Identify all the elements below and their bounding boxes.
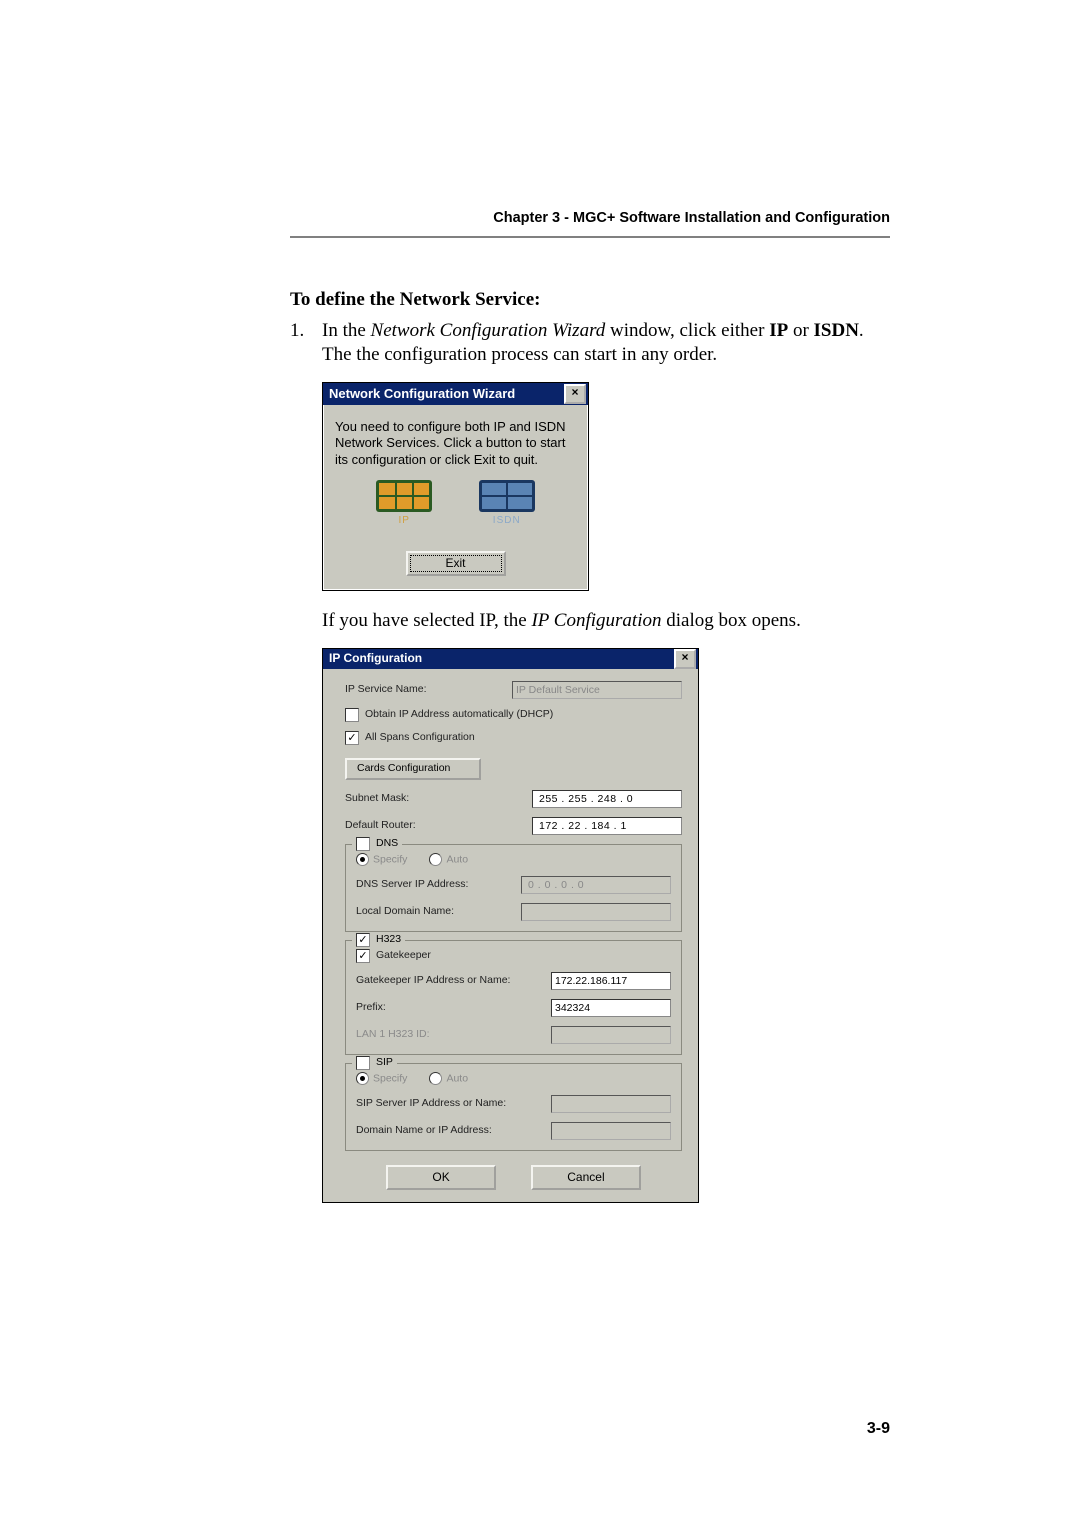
step-number: 1. [290, 319, 322, 1203]
gk-addr-input[interactable]: 172.22.186.117 [551, 972, 671, 990]
dhcp-checkbox[interactable] [345, 708, 359, 722]
sip-legend: SIP [376, 1056, 393, 1070]
sip-auto-radio[interactable]: Auto [429, 1072, 468, 1086]
gk-addr-label: Gatekeeper IP Address or Name: [356, 974, 551, 988]
h323-legend: H323 [376, 933, 401, 947]
isdn-button-label: ISDN [479, 514, 535, 527]
service-name-input[interactable]: IP Default Service [512, 681, 682, 699]
all-spans-checkbox[interactable] [345, 731, 359, 745]
service-name-label: IP Service Name: [345, 683, 512, 697]
h323-group: H323 Gatekeeper Gatekeeper IP Address or… [345, 940, 682, 1055]
network-config-wizard-dialog: Network Configuration Wizard × You need … [322, 382, 589, 591]
isdn-chip-icon [479, 480, 535, 512]
sip-server-input[interactable] [551, 1095, 671, 1113]
section-title: To define the Network Service: [290, 288, 890, 313]
dns-checkbox[interactable] [356, 837, 370, 851]
dns-group: DNS Specify Auto DNS Server IP Address: … [345, 844, 682, 932]
ip-button-label: IP [376, 514, 432, 527]
dns-legend: DNS [376, 837, 398, 851]
cancel-button[interactable]: Cancel [531, 1165, 641, 1191]
isdn-button[interactable]: ISDN [479, 480, 535, 527]
sip-server-label: SIP Server IP Address or Name: [356, 1097, 551, 1111]
dns-server-input[interactable]: 0 . 0 . 0 . 0 [521, 876, 671, 894]
sip-specify-radio[interactable]: Specify [356, 1072, 407, 1086]
dns-specify-radio[interactable]: Specify [356, 853, 407, 867]
wizard-message: You need to configure both IP and ISDN N… [335, 419, 576, 468]
wizard-title: Network Configuration Wizard [329, 386, 515, 403]
subnet-label: Subnet Mask: [345, 792, 532, 806]
prefix-input[interactable]: 342324 [551, 999, 671, 1017]
cards-configuration-button[interactable]: Cards Configuration [345, 758, 481, 780]
after-wizard-text: If you have selected IP, the IP Configur… [322, 609, 890, 634]
sip-domain-label: Domain Name or IP Address: [356, 1124, 551, 1138]
lan-h323-label: LAN 1 H323 ID: [356, 1028, 551, 1042]
ip-button[interactable]: IP [376, 480, 432, 527]
all-spans-label: All Spans Configuration [365, 731, 682, 745]
gatekeeper-checkbox[interactable] [356, 949, 370, 963]
ip-chip-icon [376, 480, 432, 512]
dhcp-label: Obtain IP Address automatically (DHCP) [365, 708, 682, 722]
dns-local-label: Local Domain Name: [356, 905, 521, 919]
ip-configuration-dialog: IP Configuration × IP Service Name: IP D… [322, 648, 699, 1203]
ok-button[interactable]: OK [386, 1165, 496, 1191]
lan-h323-input[interactable] [551, 1026, 671, 1044]
sip-domain-input[interactable] [551, 1122, 671, 1140]
dns-local-input[interactable] [521, 903, 671, 921]
router-input[interactable]: 172 . 22 . 184 . 1 [532, 817, 682, 835]
prefix-label: Prefix: [356, 1001, 551, 1015]
close-icon[interactable]: × [564, 384, 586, 404]
dns-auto-radio[interactable]: Auto [429, 853, 468, 867]
page-number: 3-9 [867, 1420, 890, 1438]
ipc-title: IP Configuration [329, 651, 422, 667]
h323-checkbox[interactable] [356, 933, 370, 947]
close-icon[interactable]: × [674, 649, 696, 669]
chapter-header: Chapter 3 - MGC+ Software Installation a… [290, 210, 890, 238]
step-text: In the Network Configuration Wizard wind… [322, 319, 890, 1203]
gatekeeper-label: Gatekeeper [376, 949, 671, 963]
subnet-input[interactable]: 255 . 255 . 248 . 0 [532, 790, 682, 808]
exit-button[interactable]: Exit [406, 551, 506, 577]
dns-server-label: DNS Server IP Address: [356, 878, 521, 892]
sip-group: SIP Specify Auto SIP Server IP Address o… [345, 1063, 682, 1151]
sip-checkbox[interactable] [356, 1056, 370, 1070]
router-label: Default Router: [345, 819, 532, 833]
